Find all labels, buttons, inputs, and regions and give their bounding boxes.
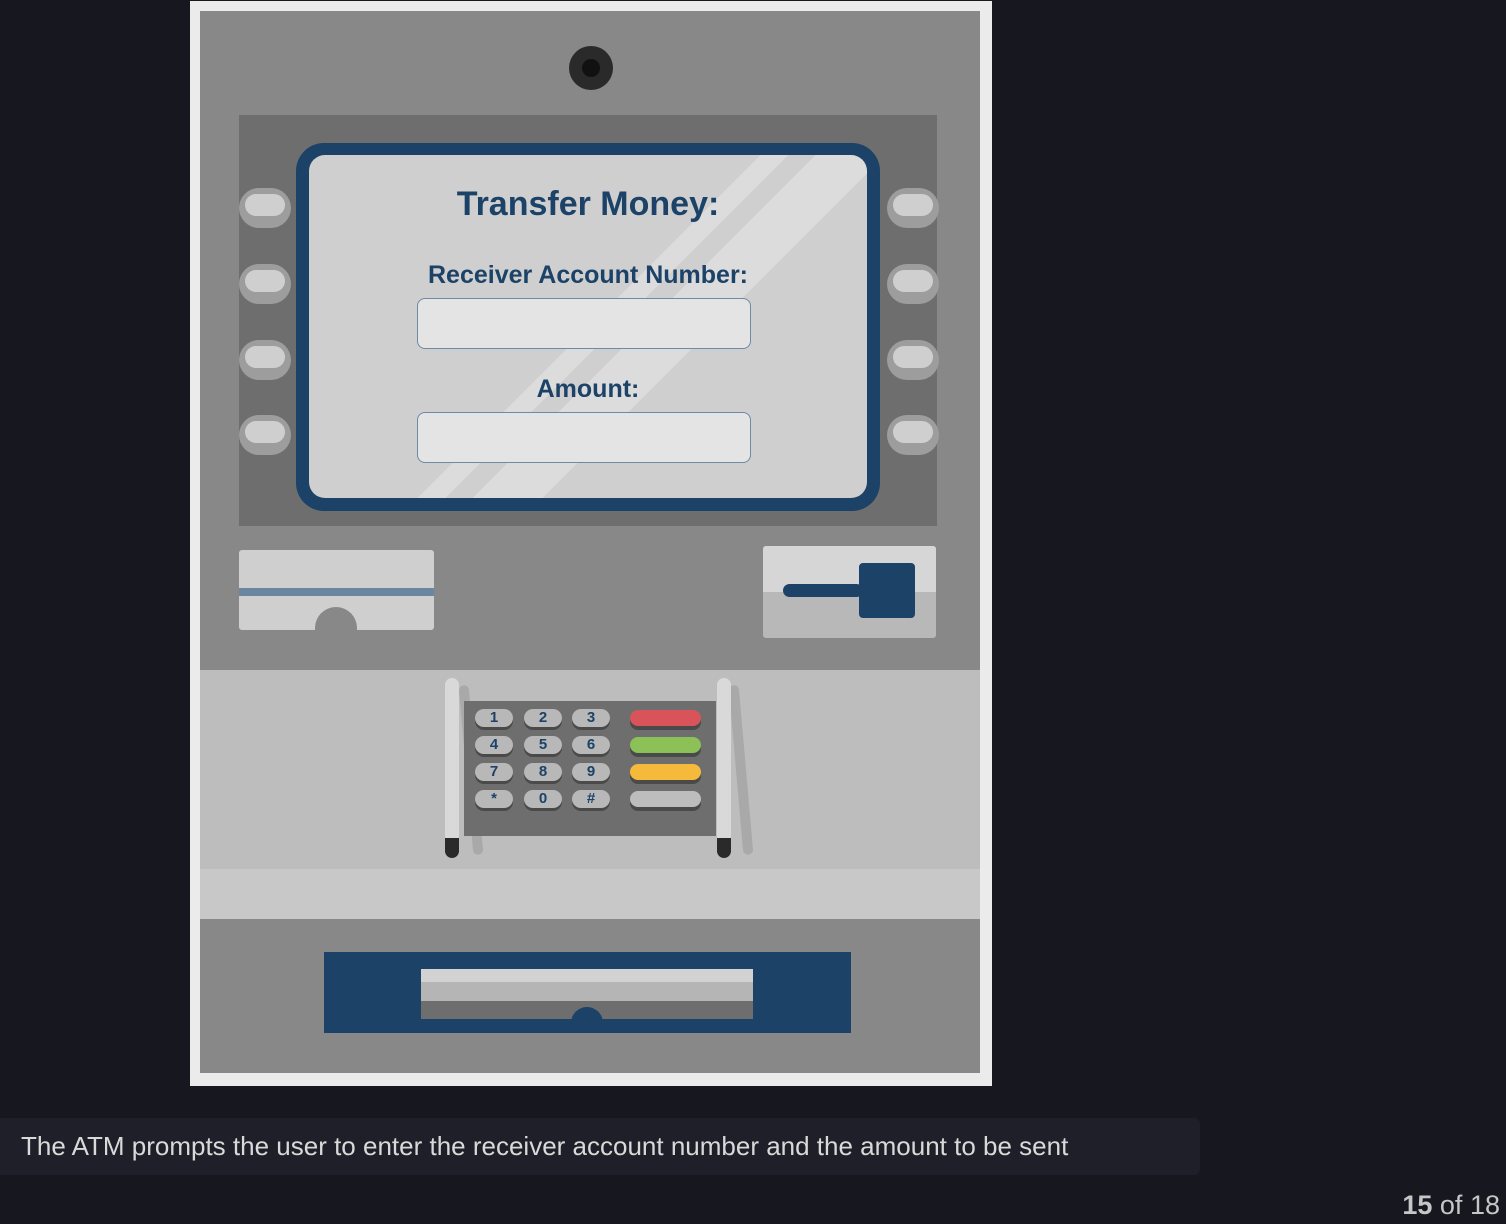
keypad-key[interactable]: 0 [524,790,562,808]
right-side-button-4[interactable] [887,415,939,455]
camera-lens [582,59,600,77]
card-reader[interactable] [763,546,936,638]
keypad-key[interactable]: 2 [524,709,562,727]
keypad-post-shadow [728,684,754,856]
keypad-key[interactable]: 9 [572,763,610,781]
slide-counter: 15 of 18 [1402,1190,1500,1221]
keypad-key[interactable]: 5 [524,736,562,754]
keypad-confirm-button[interactable] [630,737,701,753]
right-side-button-3[interactable] [887,340,939,380]
left-side-button-3[interactable] [239,340,291,380]
cash-slot-mid [421,982,753,1001]
left-side-button-2[interactable] [239,264,291,304]
cash-slot[interactable] [421,969,753,1027]
pager-total: 18 [1469,1190,1500,1220]
keypad-key[interactable]: # [572,790,610,808]
keypad-cancel-button[interactable] [630,710,701,726]
keypad-post-right [717,678,731,858]
pager-current: 15 [1402,1190,1433,1220]
screen-bezel: Transfer Money: Receiver Account Number:… [296,143,880,511]
amount-label: Amount: [536,375,640,403]
keypad-key[interactable]: 6 [572,736,610,754]
left-side-button-4[interactable] [239,415,291,455]
keypad-blank-button[interactable] [630,791,701,807]
keypad: 1 2 3 4 5 6 7 8 9 * 0 # [464,701,716,836]
right-side-button-2[interactable] [887,264,939,304]
cash-dispenser [324,952,851,1033]
card-icon [859,563,915,618]
account-number-label: Receiver Account Number: [428,261,748,289]
atm-machine: Transfer Money: Receiver Account Number:… [190,1,992,1086]
amount-input[interactable] [417,412,751,463]
screen-bay: Transfer Money: Receiver Account Number:… [239,115,939,526]
keypad-key[interactable]: 8 [524,763,562,781]
right-side-button-1[interactable] [887,188,939,228]
keypad-key[interactable]: 7 [475,763,513,781]
counter-ledge [200,869,980,919]
keypad-post-left [445,678,459,858]
keypad-shelf: 1 2 3 4 5 6 7 8 9 * 0 # [200,670,980,869]
atm-body: Transfer Money: Receiver Account Number:… [200,11,980,1073]
atm-screen: Transfer Money: Receiver Account Number:… [309,155,867,498]
pager-separator: of [1439,1190,1463,1220]
caption-text: The ATM prompts the user to enter the re… [0,1118,1200,1175]
screen-title: Transfer Money: [456,185,720,223]
keypad-key[interactable]: 1 [475,709,513,727]
left-side-button-1[interactable] [239,188,291,228]
keypad-key[interactable]: 3 [572,709,610,727]
receipt-slot-stripe [239,588,434,596]
keypad-clear-button[interactable] [630,764,701,780]
cash-slot-notch [571,1007,603,1027]
keypad-key[interactable]: * [475,790,513,808]
receipt-slot [239,550,434,633]
cash-slot-highlight [421,969,753,982]
receipt-slot-notch [315,607,357,633]
account-number-input[interactable] [417,298,751,349]
camera-icon [569,46,613,90]
card-slot-bar [783,584,863,597]
keypad-key[interactable]: 4 [475,736,513,754]
